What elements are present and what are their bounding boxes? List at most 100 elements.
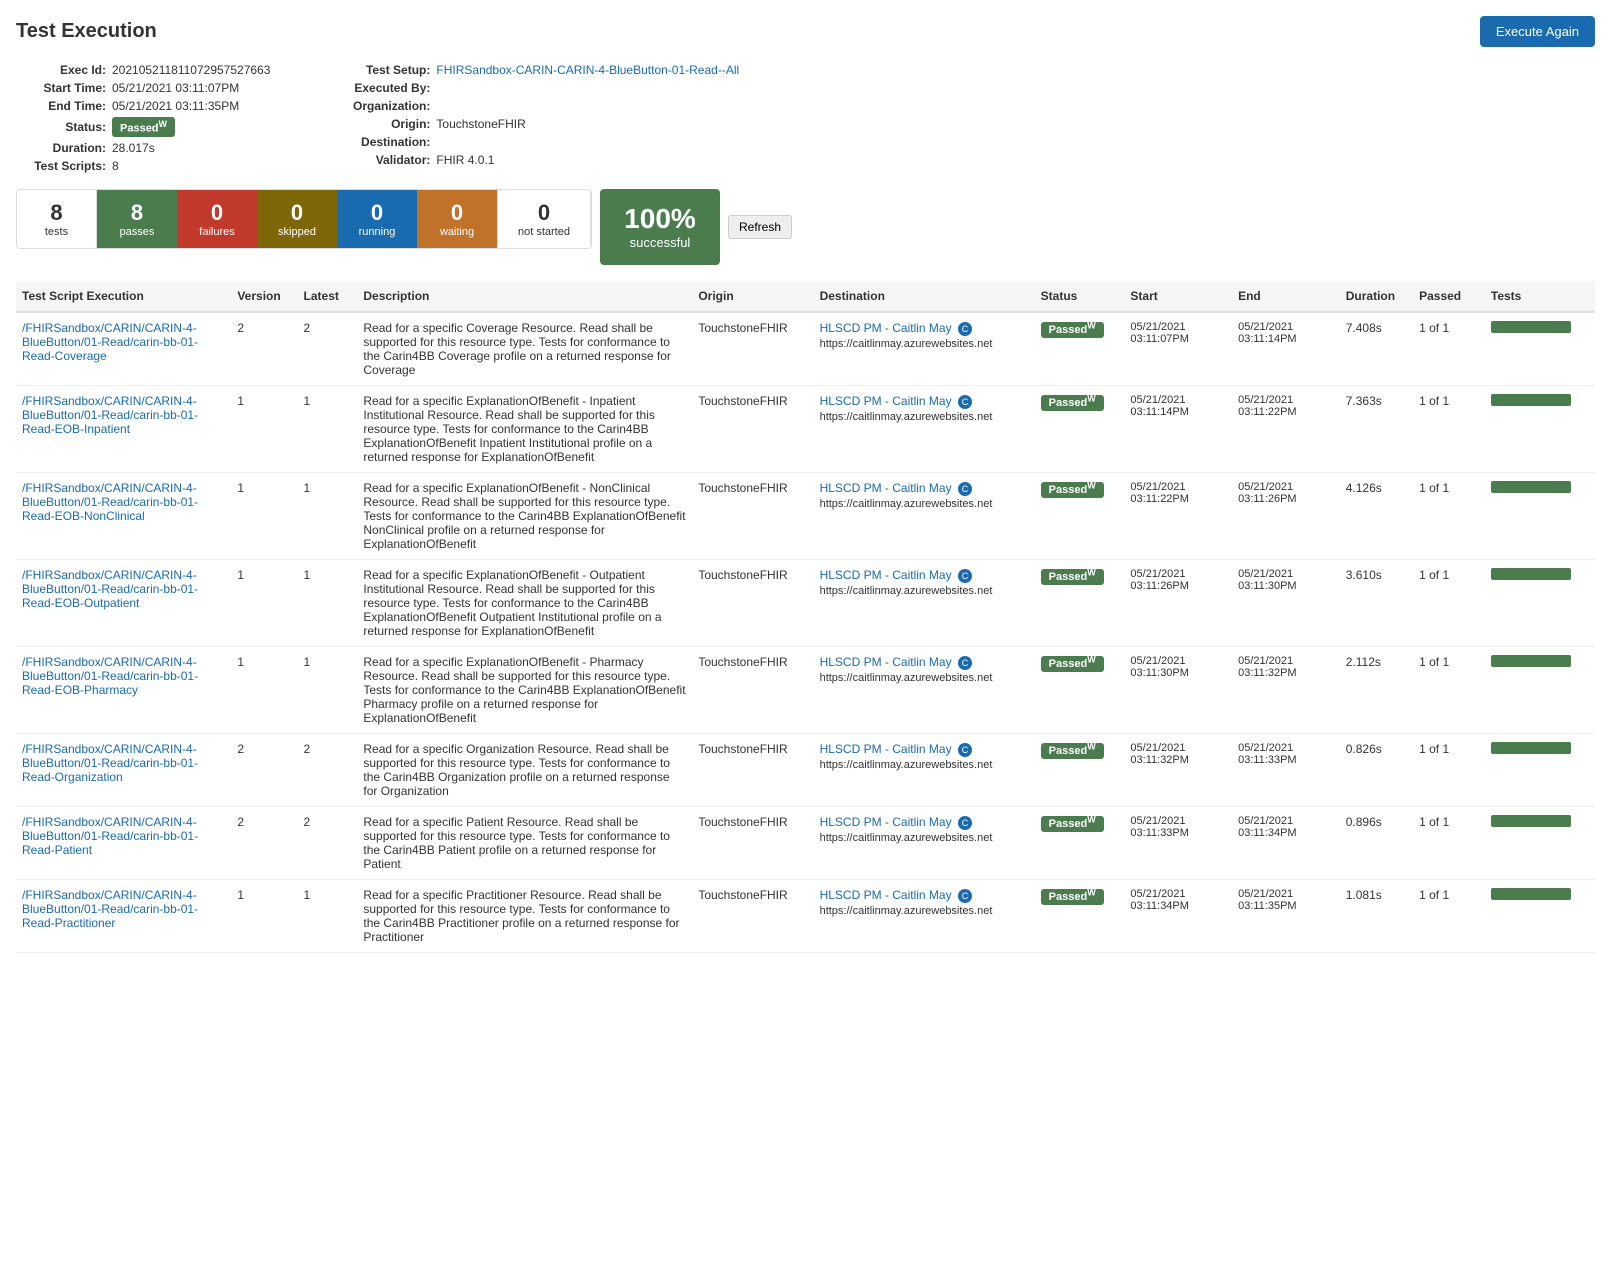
latest-cell: 2 — [298, 733, 358, 806]
latest-cell: 2 — [298, 806, 358, 879]
end-cell: 05/21/202103:11:22PM — [1232, 385, 1340, 472]
desc-cell: Read for a specific Patient Resource. Re… — [357, 806, 692, 879]
dest-c-icon: C — [958, 816, 972, 830]
success-pct: 100% — [624, 203, 696, 235]
col-header-version: Version — [231, 281, 297, 312]
version-cell: 1 — [231, 472, 297, 559]
status-cell: PassedW — [1035, 646, 1125, 733]
latest-cell: 1 — [298, 559, 358, 646]
status-badge: PassedW — [112, 117, 175, 137]
table-row: /FHIRSandbox/CARIN/CARIN-4-BlueButton/01… — [16, 385, 1595, 472]
passed-cell: 1 of 1 — [1413, 312, 1485, 386]
col-header-desc: Description — [357, 281, 692, 312]
col-header-duration: Duration — [1340, 281, 1413, 312]
dest-cell: HLSCD PM - Caitlin May C https://caitlin… — [814, 472, 1035, 559]
passed-cell: 1 of 1 — [1413, 806, 1485, 879]
test-setup-link[interactable]: FHIRSandbox-CARIN-CARIN-4-BlueButton-01-… — [436, 63, 739, 77]
running-stat: 0 running — [337, 190, 417, 248]
page-title: Test Execution — [16, 20, 157, 43]
dest-link[interactable]: HLSCD PM - Caitlin May C — [820, 321, 972, 335]
origin-cell: TouchstoneFHIR — [692, 646, 813, 733]
dest-cell: HLSCD PM - Caitlin May C https://caitlin… — [814, 385, 1035, 472]
desc-cell: Read for a specific Organization Resourc… — [357, 733, 692, 806]
refresh-button[interactable]: Refresh — [728, 215, 792, 239]
waiting-label: waiting — [440, 226, 474, 238]
dest-link[interactable]: HLSCD PM - Caitlin May C — [820, 568, 972, 582]
dest-url: https://caitlinmay.azurewebsites.net — [820, 498, 993, 510]
dest-link[interactable]: HLSCD PM - Caitlin May C — [820, 481, 972, 495]
script-link[interactable]: /FHIRSandbox/CARIN/CARIN-4-BlueButton/01… — [22, 568, 198, 610]
dest-url: https://caitlinmay.azurewebsites.net — [820, 905, 993, 917]
start-time-label: Start Time: — [16, 81, 106, 95]
passed-badge: PassedW — [1041, 569, 1104, 585]
execute-again-button[interactable]: Execute Again — [1480, 16, 1595, 47]
tests-cell — [1485, 646, 1595, 733]
script-link[interactable]: /FHIRSandbox/CARIN/CARIN-4-BlueButton/01… — [22, 742, 198, 784]
start-cell: 05/21/202103:11:33PM — [1124, 806, 1232, 879]
success-box: 100% successful — [600, 189, 720, 265]
start-cell: 05/21/202103:11:34PM — [1124, 879, 1232, 952]
test-execution-table: Test Script Execution Version Latest Des… — [16, 281, 1595, 953]
end-cell: 05/21/202103:11:32PM — [1232, 646, 1340, 733]
passed-cell: 1 of 1 — [1413, 472, 1485, 559]
start-cell: 05/21/202103:11:07PM — [1124, 312, 1232, 386]
dest-link[interactable]: HLSCD PM - Caitlin May C — [820, 655, 972, 669]
dest-url: https://caitlinmay.azurewebsites.net — [820, 832, 993, 844]
script-cell: /FHIRSandbox/CARIN/CARIN-4-BlueButton/01… — [16, 733, 231, 806]
exec-id-value: 202105211811072957527663 — [112, 63, 270, 77]
script-link[interactable]: /FHIRSandbox/CARIN/CARIN-4-BlueButton/01… — [22, 888, 198, 930]
dest-c-icon: C — [958, 569, 972, 583]
skipped-num: 0 — [291, 200, 303, 226]
dest-cell: HLSCD PM - Caitlin May C https://caitlin… — [814, 559, 1035, 646]
dest-url: https://caitlinmay.azurewebsites.net — [820, 672, 993, 684]
end-time-value: 05/21/2021 03:11:35PM — [112, 99, 239, 113]
failures-num: 0 — [211, 200, 223, 226]
origin-cell: TouchstoneFHIR — [692, 312, 813, 386]
status-cell: PassedW — [1035, 733, 1125, 806]
passed-cell: 1 of 1 — [1413, 879, 1485, 952]
dest-link[interactable]: HLSCD PM - Caitlin May C — [820, 815, 972, 829]
passed-cell: 1 of 1 — [1413, 385, 1485, 472]
latest-cell: 1 — [298, 879, 358, 952]
duration-cell: 0.896s — [1340, 806, 1413, 879]
tests-cell — [1485, 733, 1595, 806]
dest-link[interactable]: HLSCD PM - Caitlin May C — [820, 394, 972, 408]
duration-cell: 7.363s — [1340, 385, 1413, 472]
tests-cell — [1485, 385, 1595, 472]
passed-badge: PassedW — [1041, 816, 1104, 832]
dest-cell: HLSCD PM - Caitlin May C https://caitlin… — [814, 646, 1035, 733]
table-row: /FHIRSandbox/CARIN/CARIN-4-BlueButton/01… — [16, 733, 1595, 806]
script-link[interactable]: /FHIRSandbox/CARIN/CARIN-4-BlueButton/01… — [22, 815, 198, 857]
script-link[interactable]: /FHIRSandbox/CARIN/CARIN-4-BlueButton/01… — [22, 321, 198, 363]
dest-url: https://caitlinmay.azurewebsites.net — [820, 411, 993, 423]
dest-cell: HLSCD PM - Caitlin May C https://caitlin… — [814, 806, 1035, 879]
dest-cell: HLSCD PM - Caitlin May C https://caitlin… — [814, 879, 1035, 952]
origin-cell: TouchstoneFHIR — [692, 806, 813, 879]
passed-badge: PassedW — [1041, 322, 1104, 338]
origin-cell: TouchstoneFHIR — [692, 879, 813, 952]
desc-cell: Read for a specific Practitioner Resourc… — [357, 879, 692, 952]
status-label: Status: — [16, 120, 106, 134]
dest-link[interactable]: HLSCD PM - Caitlin May C — [820, 888, 972, 902]
passed-cell: 1 of 1 — [1413, 646, 1485, 733]
script-link[interactable]: /FHIRSandbox/CARIN/CARIN-4-BlueButton/01… — [22, 655, 198, 697]
script-link[interactable]: /FHIRSandbox/CARIN/CARIN-4-BlueButton/01… — [22, 394, 198, 436]
dest-link[interactable]: HLSCD PM - Caitlin May C — [820, 742, 972, 756]
desc-cell: Read for a specific ExplanationOfBenefit… — [357, 472, 692, 559]
waiting-num: 0 — [451, 200, 463, 226]
origin-value: TouchstoneFHIR — [436, 117, 525, 131]
tests-num: 8 — [50, 200, 62, 226]
script-cell: /FHIRSandbox/CARIN/CARIN-4-BlueButton/01… — [16, 646, 231, 733]
validator-value: FHIR 4.0.1 — [436, 153, 494, 167]
test-scripts-label: Test Scripts: — [16, 159, 106, 173]
script-link[interactable]: /FHIRSandbox/CARIN/CARIN-4-BlueButton/01… — [22, 481, 198, 523]
progress-bar — [1491, 742, 1571, 754]
col-header-dest: Destination — [814, 281, 1035, 312]
origin-cell: TouchstoneFHIR — [692, 733, 813, 806]
status-cell: PassedW — [1035, 559, 1125, 646]
duration-cell: 2.112s — [1340, 646, 1413, 733]
passed-badge: PassedW — [1041, 482, 1104, 498]
col-header-passed: Passed — [1413, 281, 1485, 312]
col-header-origin: Origin — [692, 281, 813, 312]
end-cell: 05/21/202103:11:14PM — [1232, 312, 1340, 386]
